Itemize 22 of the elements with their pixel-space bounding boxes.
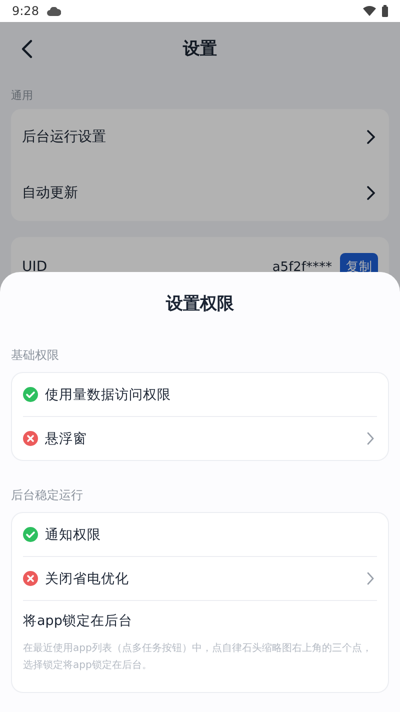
- permission-item[interactable]: 使用量数据访问权限: [23, 373, 377, 417]
- group-label: 后台稳定运行: [11, 487, 84, 504]
- note-title: 将app锁定在后台: [23, 612, 134, 630]
- wifi-icon: [363, 6, 376, 16]
- uid-label: UID: [22, 259, 48, 275]
- section-label: 通用: [11, 88, 34, 104]
- permission-item[interactable]: 通知权限: [23, 513, 377, 557]
- cloud-icon: [46, 6, 61, 16]
- settings-item[interactable]: 自动更新: [11, 165, 389, 221]
- permission-item[interactable]: 悬浮窗: [23, 417, 377, 460]
- group-label: 基础权限: [11, 347, 60, 364]
- page-title: 设置: [183, 38, 217, 60]
- back-button[interactable]: [21, 38, 35, 60]
- clock: 9:28: [12, 4, 39, 18]
- battery-icon: [382, 5, 388, 17]
- chevron-right-icon: [367, 186, 375, 200]
- settings-item[interactable]: 后台运行设置: [11, 109, 389, 165]
- uid-value: a5f2f****: [272, 260, 332, 274]
- note-description: 在最近使用app列表（点多任务按钮）中，点自律石头缩略图右上角的三个点，选择锁定将app锁定在后台。: [23, 642, 373, 673]
- chevron-right-icon: [367, 130, 375, 144]
- permission-item[interactable]: 关闭省电优化: [23, 557, 377, 601]
- sheet-title: 设置权限: [164, 293, 235, 316]
